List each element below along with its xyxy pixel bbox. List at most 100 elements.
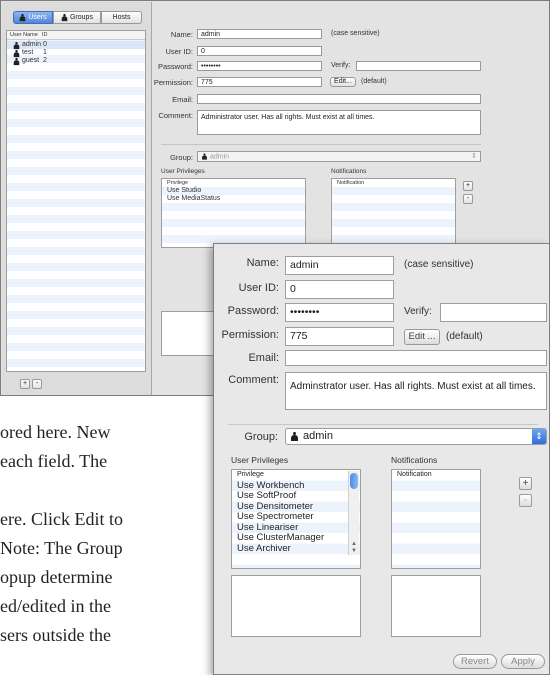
label-name: Name: xyxy=(170,30,193,39)
edit-permission-button[interactable]: Edit ... xyxy=(404,329,440,345)
privilege-item[interactable]: Use Spectrometer xyxy=(232,511,360,523)
user-id: 2 xyxy=(43,57,47,64)
verify-field[interactable] xyxy=(356,61,481,71)
remove-notification-button[interactable]: - xyxy=(519,494,532,507)
user-id-field[interactable]: 0 xyxy=(197,46,322,56)
doc-line-7: sers outside the xyxy=(0,625,111,645)
label-permission: Permission: xyxy=(221,329,279,341)
scroll-arrows-icon[interactable]: ▲ ▼ xyxy=(349,541,359,555)
label-name: Name: xyxy=(246,257,279,269)
privilege-item[interactable]: Use ClusterManager xyxy=(232,532,360,544)
divider xyxy=(228,424,538,425)
privileges-header: Privilege xyxy=(167,180,189,186)
tab-users[interactable]: Users xyxy=(13,11,53,24)
sidebar-pane: Users Groups Hosts User Name ID admin 0 xyxy=(2,2,152,395)
tab-groups-label: Groups xyxy=(69,14,93,21)
edit-permission-button[interactable]: Edit... xyxy=(330,77,356,87)
user-name: test xyxy=(22,49,34,56)
group-popup[interactable]: admin ⇕ xyxy=(285,428,547,445)
privilege-item[interactable]: Use Studio xyxy=(162,187,305,195)
user-id: 1 xyxy=(43,49,47,56)
permission-hint: (default) xyxy=(361,78,387,85)
privilege-item[interactable]: Use MediaStatus xyxy=(162,195,305,203)
notifications-detail-panel xyxy=(391,575,481,637)
comment-field[interactable]: Administrator user. Has all rights. Must… xyxy=(197,110,481,135)
doc-line-2: each field. The xyxy=(0,451,108,471)
doc-line-1: ored here. New xyxy=(0,422,111,442)
label-email: Email: xyxy=(248,352,279,364)
label-user-id: User ID: xyxy=(238,282,279,294)
privilege-item[interactable]: Use SoftProof xyxy=(232,490,360,502)
user-row-guest[interactable]: guest 2 xyxy=(7,57,145,66)
group-value: admin xyxy=(303,430,333,442)
group-icon xyxy=(61,13,68,21)
email-field[interactable] xyxy=(285,350,547,366)
revert-button[interactable]: Revert xyxy=(453,654,497,669)
privileges-header: Privilege xyxy=(237,471,264,478)
label-password: Password: xyxy=(227,305,279,317)
group-popup[interactable]: admin ⇕ xyxy=(197,151,481,162)
group-icon xyxy=(202,153,207,160)
user-icon xyxy=(13,57,20,66)
label-verify: Verify: xyxy=(331,62,351,69)
apply-button[interactable]: Apply xyxy=(501,654,545,669)
doc-line-4: Note: The Group xyxy=(0,538,123,558)
user-name: admin xyxy=(22,41,42,48)
privileges-list[interactable]: Privilege Use Studio Use MediaStatus xyxy=(161,178,306,248)
label-notifications: Notifications xyxy=(391,455,438,465)
permission-field[interactable]: 775 xyxy=(285,327,394,346)
notifications-header: Notification xyxy=(337,180,365,186)
user-row-test[interactable]: test 1 xyxy=(7,49,145,58)
divider xyxy=(161,144,481,145)
add-user-button[interactable]: + xyxy=(20,379,30,389)
comment-field[interactable]: Adminstrator user. Has all rights. Must … xyxy=(285,372,547,410)
privilege-item[interactable]: Use Archiver xyxy=(232,543,360,555)
user-id-field[interactable]: 0 xyxy=(285,280,394,299)
add-notification-button[interactable]: + xyxy=(519,477,532,490)
privileges-detail-panel xyxy=(231,575,361,637)
label-user-privileges: User Privileges xyxy=(161,168,205,175)
remove-notification-button[interactable]: - xyxy=(463,194,473,204)
name-hint: (case sensitive) xyxy=(404,259,474,270)
label-comment: Comment: xyxy=(228,374,279,386)
password-field[interactable]: •••••••• xyxy=(285,303,394,322)
tab-groups[interactable]: Groups xyxy=(53,11,101,24)
name-field[interactable]: admin xyxy=(285,256,394,275)
permission-field[interactable]: 775 xyxy=(197,77,322,87)
bottom-panel xyxy=(161,311,216,356)
tab-hosts-label: Hosts xyxy=(112,14,131,21)
add-notification-button[interactable]: + xyxy=(463,181,473,191)
label-password: Password: xyxy=(157,62,193,71)
user-icon xyxy=(20,13,26,21)
password-field[interactable]: •••••••• xyxy=(197,61,322,71)
label-user-privileges: User Privileges xyxy=(231,455,289,465)
privileges-list[interactable]: Privilege Use Workbench Use SoftProof Us… xyxy=(231,469,361,569)
popup-arrows-icon: ⇕ xyxy=(532,429,546,444)
remove-user-button[interactable]: - xyxy=(32,379,42,389)
label-permission: Permission: xyxy=(153,78,193,87)
user-row-admin[interactable]: admin 0 xyxy=(7,41,145,50)
label-comment: Comment: xyxy=(158,111,193,120)
list-header: User Name ID xyxy=(7,31,145,40)
user-list[interactable]: User Name ID admin 0 test 1 guest 2 xyxy=(6,30,146,372)
privileges-scrollbar[interactable]: ▲ ▼ xyxy=(348,471,359,555)
scroll-thumb[interactable] xyxy=(350,473,358,489)
label-notifications: Notifications xyxy=(331,168,367,175)
doc-line-3: ere. Click Edit to xyxy=(0,509,123,529)
notifications-list[interactable]: Notification xyxy=(391,469,481,569)
header-id: ID xyxy=(42,32,48,38)
permission-hint: (default) xyxy=(446,331,483,342)
tab-hosts[interactable]: Hosts xyxy=(101,11,142,24)
popup-arrows-icon: ⇕ xyxy=(471,153,477,160)
notifications-list[interactable]: Notification xyxy=(331,178,456,248)
notifications-header: Notification xyxy=(397,471,432,478)
email-field[interactable] xyxy=(197,94,481,104)
label-group: Group: xyxy=(170,153,193,162)
label-verify: Verify: xyxy=(404,306,432,317)
label-email: Email: xyxy=(172,95,193,104)
verify-field[interactable] xyxy=(440,303,547,322)
name-field[interactable]: admin xyxy=(197,29,322,39)
group-value: admin xyxy=(209,153,230,161)
label-user-id: User ID: xyxy=(165,47,193,56)
doc-line-5: opup determine xyxy=(0,567,113,587)
